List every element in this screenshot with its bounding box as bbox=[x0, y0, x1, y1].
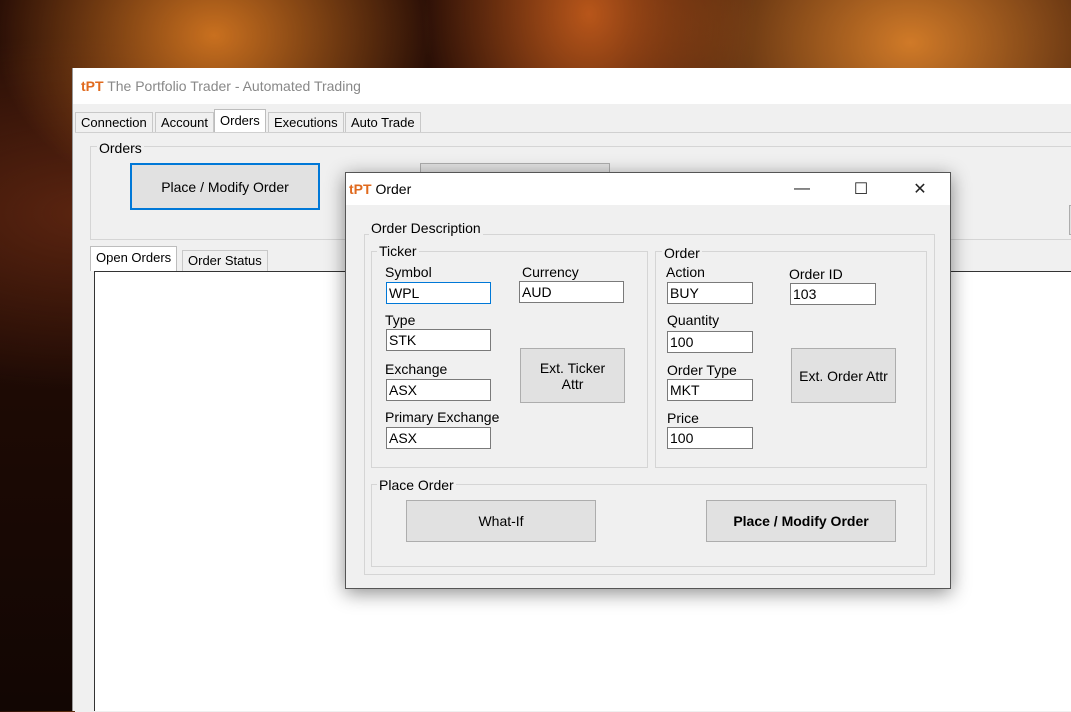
order-description-label: Order Description bbox=[369, 220, 483, 236]
tab-orders[interactable]: Orders bbox=[214, 109, 266, 134]
what-if-button[interactable]: What-If bbox=[406, 500, 596, 542]
primary-exchange-label: Primary Exchange bbox=[385, 409, 500, 425]
tab-auto-trade[interactable]: Auto Trade bbox=[345, 112, 421, 133]
exchange-label: Exchange bbox=[385, 361, 448, 377]
symbol-input[interactable]: WPL bbox=[386, 282, 491, 304]
tab-executions[interactable]: Executions bbox=[268, 112, 344, 133]
main-titlebar[interactable]: tPT The Portfolio Trader - Automated Tra… bbox=[73, 68, 1071, 104]
app-title-text: The Portfolio Trader - Automated Trading bbox=[107, 78, 361, 94]
ext-ticker-attr-button[interactable]: Ext. Ticker Attr bbox=[520, 348, 625, 403]
quantity-label: Quantity bbox=[667, 312, 720, 328]
place-modify-order-button[interactable]: Place / Modify Order bbox=[130, 163, 320, 210]
orders-group-label: Orders bbox=[97, 140, 144, 156]
minimize-icon[interactable]: — bbox=[779, 173, 825, 205]
tab-account[interactable]: Account bbox=[155, 112, 214, 133]
app-title: tPT The Portfolio Trader - Automated Tra… bbox=[81, 78, 361, 94]
order-id-label: Order ID bbox=[789, 266, 843, 282]
tab-open-orders[interactable]: Open Orders bbox=[90, 246, 178, 271]
currency-label: Currency bbox=[522, 264, 579, 280]
tab-connection[interactable]: Connection bbox=[75, 112, 153, 133]
exchange-input[interactable]: ASX bbox=[386, 379, 491, 401]
order-type-input[interactable]: MKT bbox=[667, 379, 753, 401]
app-logo-pt: PT bbox=[85, 78, 104, 94]
action-input[interactable]: BUY bbox=[667, 282, 753, 304]
primary-exchange-input[interactable]: ASX bbox=[386, 427, 491, 449]
price-input[interactable]: 100 bbox=[667, 427, 753, 449]
order-dialog: tPT Order — ☐ ✕ Order Description Ticker… bbox=[345, 172, 951, 589]
close-icon[interactable]: ✕ bbox=[897, 173, 943, 205]
ext-order-attr-button[interactable]: Ext. Order Attr bbox=[791, 348, 896, 403]
order-group-label: Order bbox=[662, 245, 702, 261]
order-type-label: Order Type bbox=[667, 362, 737, 378]
order-id-input[interactable]: 103 bbox=[790, 283, 876, 305]
dialog-logo-pt: PT bbox=[353, 181, 372, 197]
type-input[interactable]: STK bbox=[386, 329, 491, 351]
dialog-title-text: Order bbox=[375, 181, 412, 197]
quantity-input[interactable]: 100 bbox=[667, 331, 753, 353]
place-order-group-label: Place Order bbox=[377, 477, 456, 493]
dialog-titlebar[interactable]: tPT Order — ☐ ✕ bbox=[346, 173, 950, 205]
price-label: Price bbox=[667, 410, 699, 426]
maximize-icon[interactable]: ☐ bbox=[838, 173, 884, 205]
action-label: Action bbox=[666, 264, 705, 280]
ticker-group-label: Ticker bbox=[377, 243, 419, 259]
tab-order-status[interactable]: Order Status bbox=[182, 250, 268, 271]
symbol-label: Symbol bbox=[385, 264, 432, 280]
dialog-title: tPT Order bbox=[349, 181, 411, 197]
type-label: Type bbox=[385, 312, 416, 328]
dialog-place-modify-order-button[interactable]: Place / Modify Order bbox=[706, 500, 896, 542]
currency-input[interactable]: AUD bbox=[519, 281, 624, 303]
